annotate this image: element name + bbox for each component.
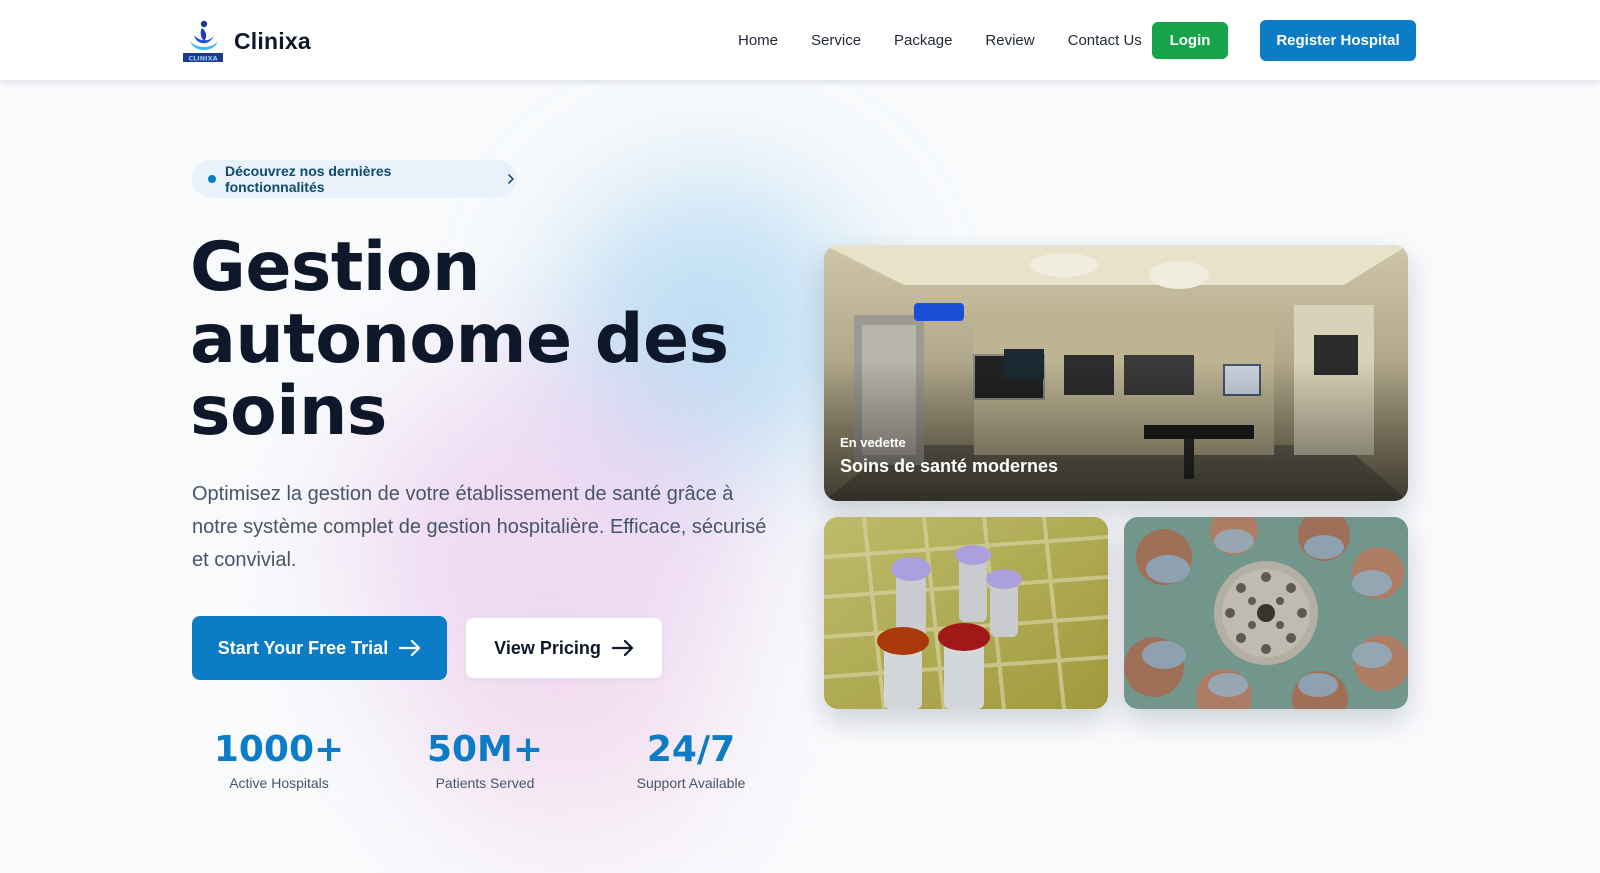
hero-title-line-2: autonome des [190,300,729,379]
announcement-pill[interactable]: Découvrez nos dernières fonctionnalités [192,160,517,198]
stat-value: 24/7 [646,729,736,770]
hero-description: Optimisez la gestion de votre établissem… [192,483,767,571]
brand-name: Clinixa [234,27,311,54]
hero-title-line-1: Gestion [190,228,480,307]
stat-support-available: 24/7 Support Available [611,728,771,791]
hero-title-line-3: soins [190,372,387,451]
stat-value: 1000+ [213,729,345,770]
stat-label: Support Available [636,775,746,791]
featured-caption: En vedette Soins de santé modernes [840,435,1058,477]
logo-caption: CLINIXA [188,55,217,63]
stat-label: Patients Served [435,775,535,791]
site-header: CLINIXA Clinixa Home Service Package Rev… [0,0,1600,80]
featured-kicker: En vedette [840,435,906,450]
nav-link-service[interactable]: Service [811,32,861,49]
dot-icon [208,175,216,183]
featured-title: Soins de santé modernes [840,456,1059,476]
view-pricing-label: View Pricing [494,637,601,658]
nav-link-package[interactable]: Package [894,32,952,49]
stat-active-hospitals: 1000+ Active Hospitals [199,728,359,791]
clinixa-logo-icon: CLINIXA [182,19,224,63]
register-hospital-button[interactable]: Register Hospital [1260,20,1416,61]
nav-link-review[interactable]: Review [985,32,1034,49]
stat-patients-served: 50M+ Patients Served [405,728,565,791]
start-free-trial-label: Start Your Free Trial [217,637,389,658]
start-free-trial-button[interactable]: Start Your Free Trial [192,616,447,680]
brand-logo[interactable]: CLINIXA Clinixa [182,19,311,63]
featured-image-operating-room: En vedette Soins de santé modernes [824,245,1408,501]
image-surgeons [1124,517,1408,709]
nav-link-home[interactable]: Home [738,32,778,49]
stat-value: 50M+ [426,729,544,770]
nav-link-contact[interactable]: Contact Us [1068,32,1142,49]
hero-title: Gestion autonome des soins [190,232,750,448]
chevron-right-icon [508,174,514,184]
image-lab-tubes [824,517,1108,709]
main-nav: Home Service Package Review Contact Us [738,0,1175,80]
login-button[interactable]: Login [1152,22,1228,59]
announcement-text: Découvrez nos dernières fonctionnalités [224,163,392,195]
arrow-right-icon [611,640,633,656]
view-pricing-button[interactable]: View Pricing [465,617,663,679]
stat-label: Active Hospitals [229,775,329,791]
arrow-right-icon [399,640,421,656]
